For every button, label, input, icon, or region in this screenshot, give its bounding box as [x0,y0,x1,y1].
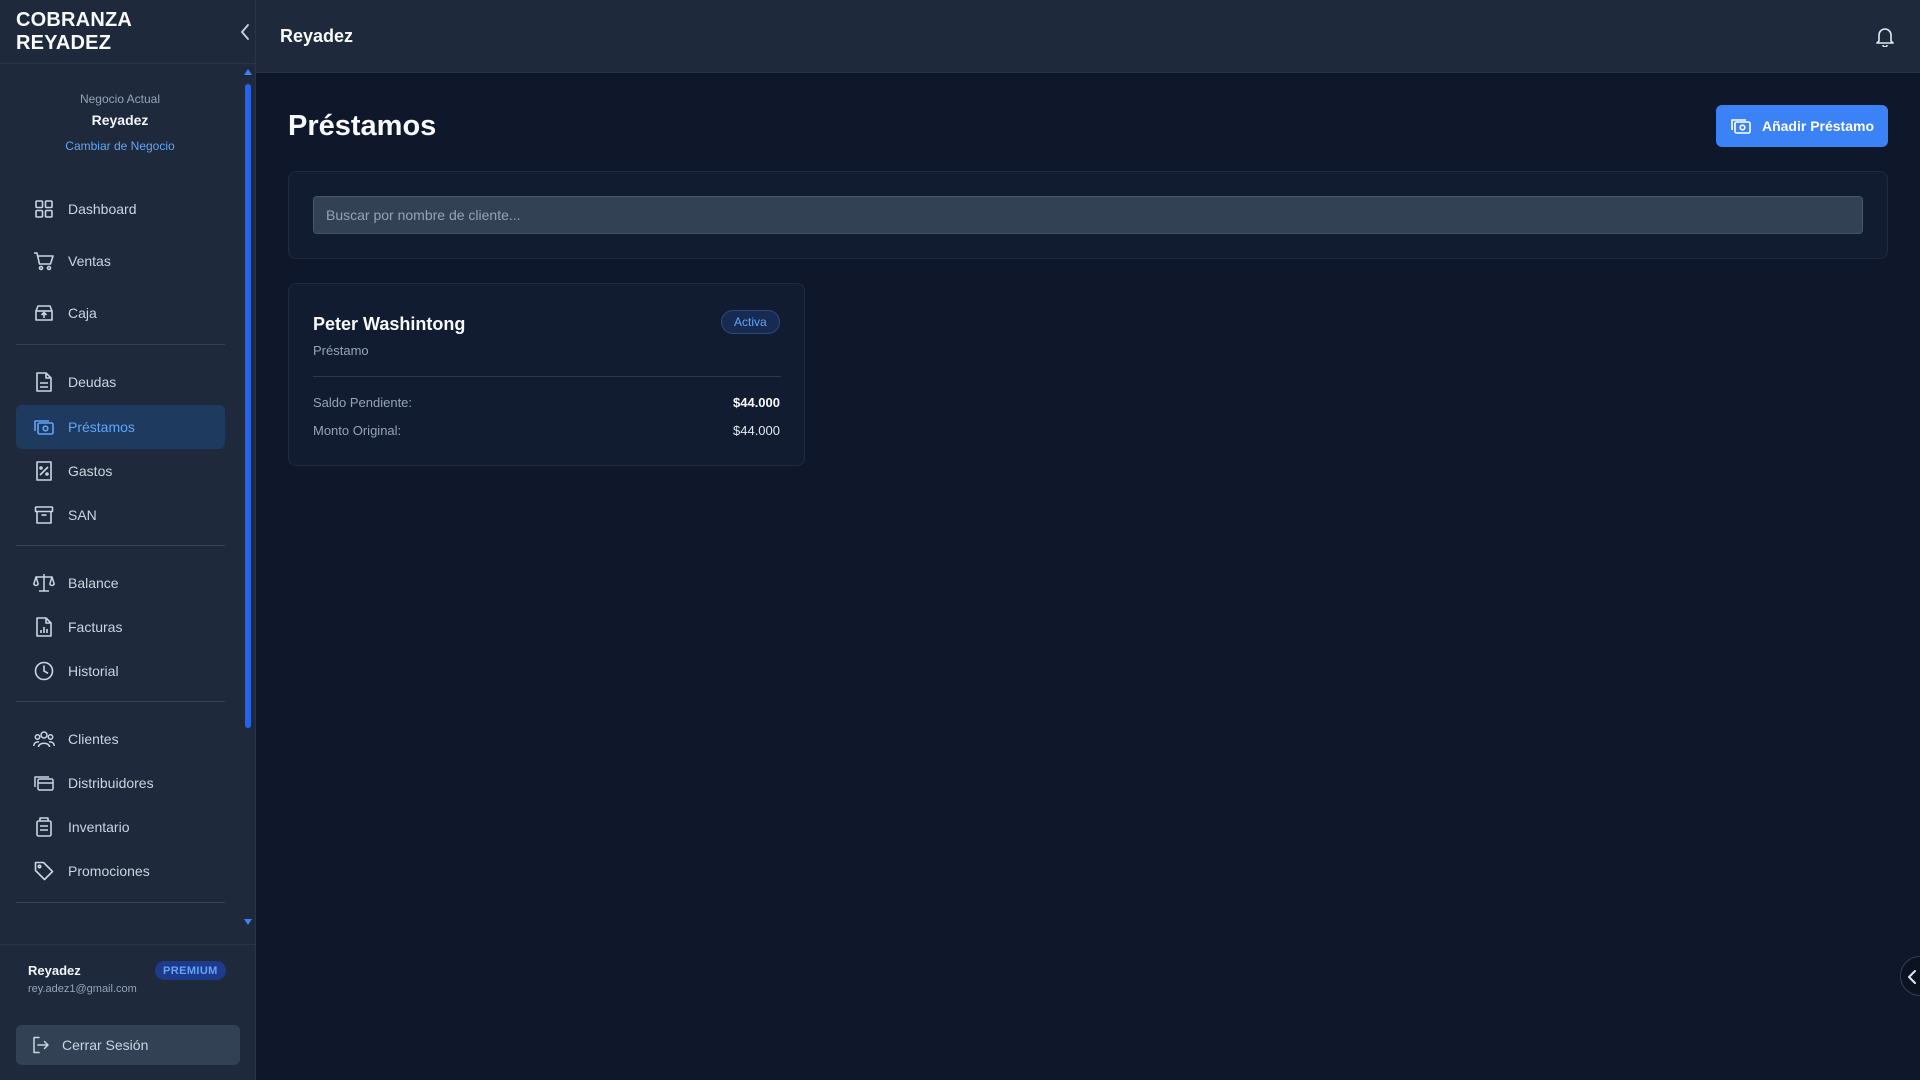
invoice-chart-icon [36,617,52,637]
sidebar-item-prestamos[interactable]: Préstamos [16,405,225,449]
logout-button[interactable]: Cerrar Sesión [16,1025,240,1065]
user-panel: Reyadez PREMIUM rey.adez1@gmail.com Cerr… [0,944,256,1080]
users-icon [33,731,55,748]
loan-type: Préstamo [313,343,369,358]
user-email: rey.adez1@gmail.com [28,983,137,995]
sidebar-item-ventas[interactable]: Ventas [16,239,225,283]
sidebar-scroll-area[interactable]: Negocio Actual Reyadez Cambiar de Negoci… [0,64,256,934]
add-loan-label: Añadir Préstamo [1761,118,1875,134]
collapse-sidebar-button[interactable] [240,22,256,42]
sidebar-item-san[interactable]: SAN [16,493,225,537]
pending-balance-label: Saldo Pendiente: [313,395,413,410]
cart-icon [34,252,54,271]
search-panel [288,171,1888,259]
sidebar-item-label: Caja [68,305,97,321]
banknote-icon [34,420,54,435]
sidebar-header: COBRANZA REYADEZ [0,0,256,64]
brand-title: COBRANZA REYADEZ [16,8,132,54]
sidebar-item-balance[interactable]: Balance [16,561,225,605]
scrollbar-thumb[interactable] [245,84,251,728]
current-business: Negocio Actual Reyadez Cambiar de Negoci… [16,92,224,155]
sidebar-item-label: Dashboard [68,201,137,217]
loan-client-name: Peter Washintong [313,314,466,334]
sidebar-item-label: SAN [68,507,97,523]
sidebar-item-dashboard[interactable]: Dashboard [16,187,225,231]
sidebar-item-label: Préstamos [68,419,135,435]
sidebar-item-clientes[interactable]: Clientes [16,717,225,761]
cash-box-icon [35,305,53,321]
sidebar-item-facturas[interactable]: Facturas [16,605,225,649]
sidebar-item-label: Deudas [68,374,117,390]
card-divider [313,376,781,377]
plan-badge: PREMIUM [155,961,226,980]
tag-icon [34,861,54,881]
sidebar-divider [16,701,225,702]
sidebar-item-label: Promociones [68,863,150,879]
change-business-link[interactable]: Cambiar de Negocio [65,139,174,153]
receipt-icon [36,461,52,481]
business-label: Negocio Actual [79,92,161,106]
sidebar-scrollbar[interactable] [244,68,252,934]
sidebar-item-label: Distribuidores [68,775,154,791]
app-root: COBRANZA REYADEZ Negocio Actual Reyadez … [0,0,1920,1080]
sidebar-item-label: Ventas [68,253,111,269]
sidebar: COBRANZA REYADEZ Negocio Actual Reyadez … [0,0,256,1080]
sidebar-item-label: Balance [68,575,119,591]
bell-icon [1876,28,1894,48]
logout-icon [33,1036,49,1054]
dashboard-icon [35,200,53,218]
sidebar-item-distribuidores[interactable]: Distribuidores [16,761,225,805]
sidebar-item-caja[interactable]: Caja [16,291,225,335]
top-bar: Reyadez [256,0,1920,73]
sidebar-divider [16,902,225,903]
sidebar-item-historial[interactable]: Historial [16,649,225,693]
add-loan-button[interactable]: Añadir Préstamo [1716,105,1888,147]
banknote-icon [1731,119,1751,134]
loan-card[interactable]: Peter Washintong Activa Préstamo Saldo P… [288,283,805,466]
document-icon [36,372,52,392]
user-name: Reyadez [28,963,81,978]
status-badge: Activa [721,310,780,334]
original-amount-value: $44.000 [733,423,780,438]
sidebar-item-label: Historial [68,663,119,679]
sidebar-item-inventario[interactable]: Inventario [16,805,225,849]
chevron-left-icon [1908,970,1916,984]
sidebar-item-label: Gastos [68,463,113,479]
scroll-up-arrow-icon[interactable] [244,68,252,76]
scale-icon [33,574,55,592]
logout-label: Cerrar Sesión [62,1037,149,1053]
inventory-icon [36,817,52,837]
sidebar-item-promociones[interactable]: Promociones [16,849,225,893]
chevron-left-icon [241,23,250,40]
archive-icon [34,506,54,524]
notifications-button[interactable] [1874,25,1896,48]
client-search-input[interactable] [313,196,1863,234]
pending-balance-value: $44.000 [733,395,780,410]
business-name: Reyadez [91,112,149,128]
sidebar-item-label: Clientes [68,731,119,747]
scroll-down-arrow-icon[interactable] [244,918,252,926]
sidebar-divider [16,545,225,546]
sidebar-item-label: Facturas [68,619,123,635]
topbar-title: Reyadez [280,26,354,46]
distributor-icon [34,776,54,791]
sidebar-item-gastos[interactable]: Gastos [16,449,225,493]
sidebar-item-label: Inventario [68,819,130,835]
original-amount-label: Monto Original: [313,423,402,438]
sidebar-item-deudas[interactable]: Deudas [16,360,225,404]
page-title: Préstamos [288,110,437,142]
sidebar-divider [16,344,225,345]
clock-icon [34,661,54,681]
floating-panel-toggle[interactable] [1900,956,1920,996]
